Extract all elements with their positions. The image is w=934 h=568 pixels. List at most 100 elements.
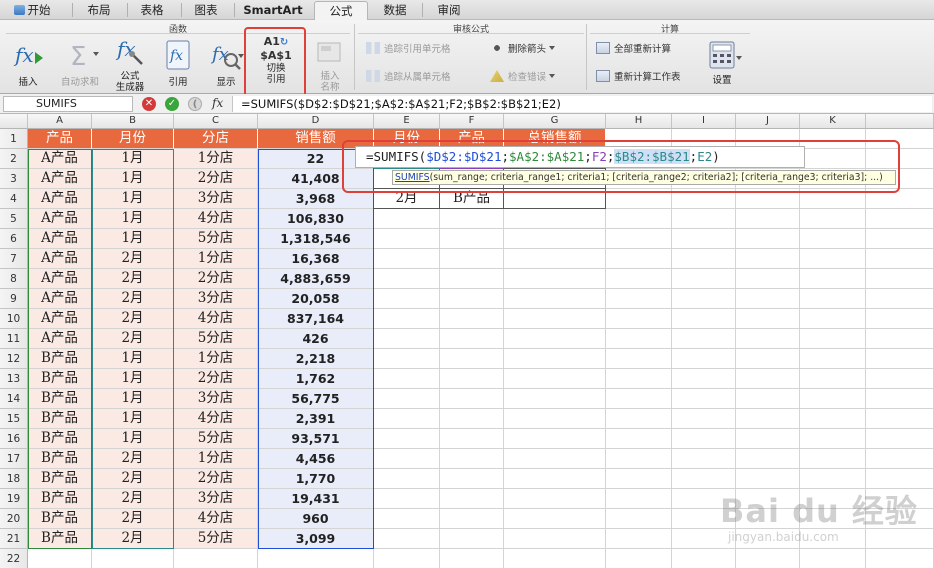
cell[interactable] [672,449,736,469]
table-data-cell[interactable]: 56,775 [258,389,374,409]
table-data-cell[interactable]: 16,368 [258,249,374,269]
table-data-cell[interactable]: 2月 [92,269,174,289]
cell[interactable] [672,269,736,289]
cell[interactable] [440,269,504,289]
cell[interactable] [440,389,504,409]
table-data-cell[interactable]: 4分店 [174,509,258,529]
table-data-cell[interactable]: 1月 [92,409,174,429]
cell[interactable] [736,229,800,249]
cell[interactable] [736,209,800,229]
row-header-16[interactable]: 16 [0,429,28,449]
cell[interactable] [174,549,258,568]
cell[interactable] [440,549,504,568]
cell[interactable] [800,369,866,389]
cell[interactable] [736,429,800,449]
cell[interactable] [672,409,736,429]
insert-function-button[interactable]: fx 插入 [6,38,50,88]
table-data-cell[interactable]: A产品 [28,189,92,209]
cell[interactable] [866,369,934,389]
row-header-10[interactable]: 10 [0,309,28,329]
row-header-7[interactable]: 7 [0,249,28,269]
table-data-cell[interactable]: B产品 [28,529,92,549]
cell[interactable] [800,249,866,269]
cancel-icon[interactable]: ✕ [142,97,156,111]
table-data-cell[interactable]: B产品 [28,389,92,409]
confirm-icon[interactable]: ✓ [165,97,179,111]
table-data-cell[interactable]: A产品 [28,169,92,189]
table-data-cell[interactable]: 426 [258,329,374,349]
cell[interactable] [504,389,606,409]
tab-home[interactable]: 开始 [6,1,58,20]
cell[interactable] [800,289,866,309]
cell[interactable] [736,309,800,329]
table-data-cell[interactable]: 1分店 [174,149,258,169]
cell[interactable] [374,349,440,369]
table-data-cell[interactable]: 1月 [92,229,174,249]
table-data-cell[interactable]: 2月 [92,309,174,329]
reference-button[interactable]: fx 引用 [158,38,198,88]
table-data-cell[interactable]: A产品 [28,149,92,169]
trace-precedents-button[interactable]: 追踪引用单元格 [366,42,451,56]
cell[interactable] [866,269,934,289]
cell[interactable] [606,449,672,469]
cell[interactable] [374,369,440,389]
table-data-cell[interactable]: 2月 [92,509,174,529]
calc-settings-button[interactable]: 设置 [702,40,742,86]
cell[interactable] [736,349,800,369]
table-data-cell[interactable]: 2分店 [174,269,258,289]
table-header-cell[interactable]: 月份 [92,129,174,149]
table-data-cell[interactable]: 4,883,659 [258,269,374,289]
cell[interactable] [440,249,504,269]
tab-data[interactable]: 数据 [374,1,416,20]
row-header-14[interactable]: 14 [0,389,28,409]
table-data-cell[interactable]: 1月 [92,209,174,229]
cell[interactable] [606,489,672,509]
tab-charts[interactable]: 图表 [185,1,227,20]
cell[interactable] [736,329,800,349]
cell[interactable] [606,309,672,329]
table-data-cell[interactable]: 2月 [92,329,174,349]
cell[interactable] [800,229,866,249]
table-data-cell[interactable]: 5分店 [174,429,258,449]
table-data-cell[interactable]: 2,391 [258,409,374,429]
cell[interactable] [258,549,374,568]
cell[interactable] [440,349,504,369]
table-data-cell[interactable]: 1分店 [174,249,258,269]
cell[interactable] [504,549,606,568]
table-data-cell[interactable]: B产品 [28,469,92,489]
table-data-cell[interactable]: 960 [258,509,374,529]
column-header-j[interactable]: J [736,114,800,129]
cell[interactable] [672,289,736,309]
column-header-a[interactable]: A [28,114,92,129]
table-data-cell[interactable]: A产品 [28,229,92,249]
cell[interactable] [736,389,800,409]
table-data-cell[interactable]: 5分店 [174,329,258,349]
cell[interactable] [866,549,934,568]
table-data-cell[interactable]: 5分店 [174,229,258,249]
table-data-cell[interactable]: 3,099 [258,529,374,549]
cell[interactable] [800,429,866,449]
column-header-b[interactable]: B [92,114,174,129]
cell[interactable] [28,549,92,568]
row-header-15[interactable]: 15 [0,409,28,429]
cell[interactable] [866,249,934,269]
cell[interactable] [736,409,800,429]
cell[interactable] [440,329,504,349]
table-data-cell[interactable]: 1月 [92,369,174,389]
table-data-cell[interactable]: A产品 [28,289,92,309]
cell[interactable] [800,309,866,329]
row-header-5[interactable]: 5 [0,209,28,229]
row-header-1[interactable]: 1 [0,129,28,149]
table-data-cell[interactable]: 3分店 [174,489,258,509]
table-data-cell[interactable]: A产品 [28,209,92,229]
row-header-11[interactable]: 11 [0,329,28,349]
cell[interactable] [866,429,934,449]
row-header-12[interactable]: 12 [0,349,28,369]
table-header-cell[interactable]: 产品 [28,129,92,149]
table-data-cell[interactable]: 1分店 [174,449,258,469]
cell[interactable] [504,429,606,449]
table-data-cell[interactable]: 5分店 [174,529,258,549]
table-data-cell[interactable]: 2分店 [174,169,258,189]
table-data-cell[interactable]: 2分店 [174,469,258,489]
cell[interactable] [504,309,606,329]
